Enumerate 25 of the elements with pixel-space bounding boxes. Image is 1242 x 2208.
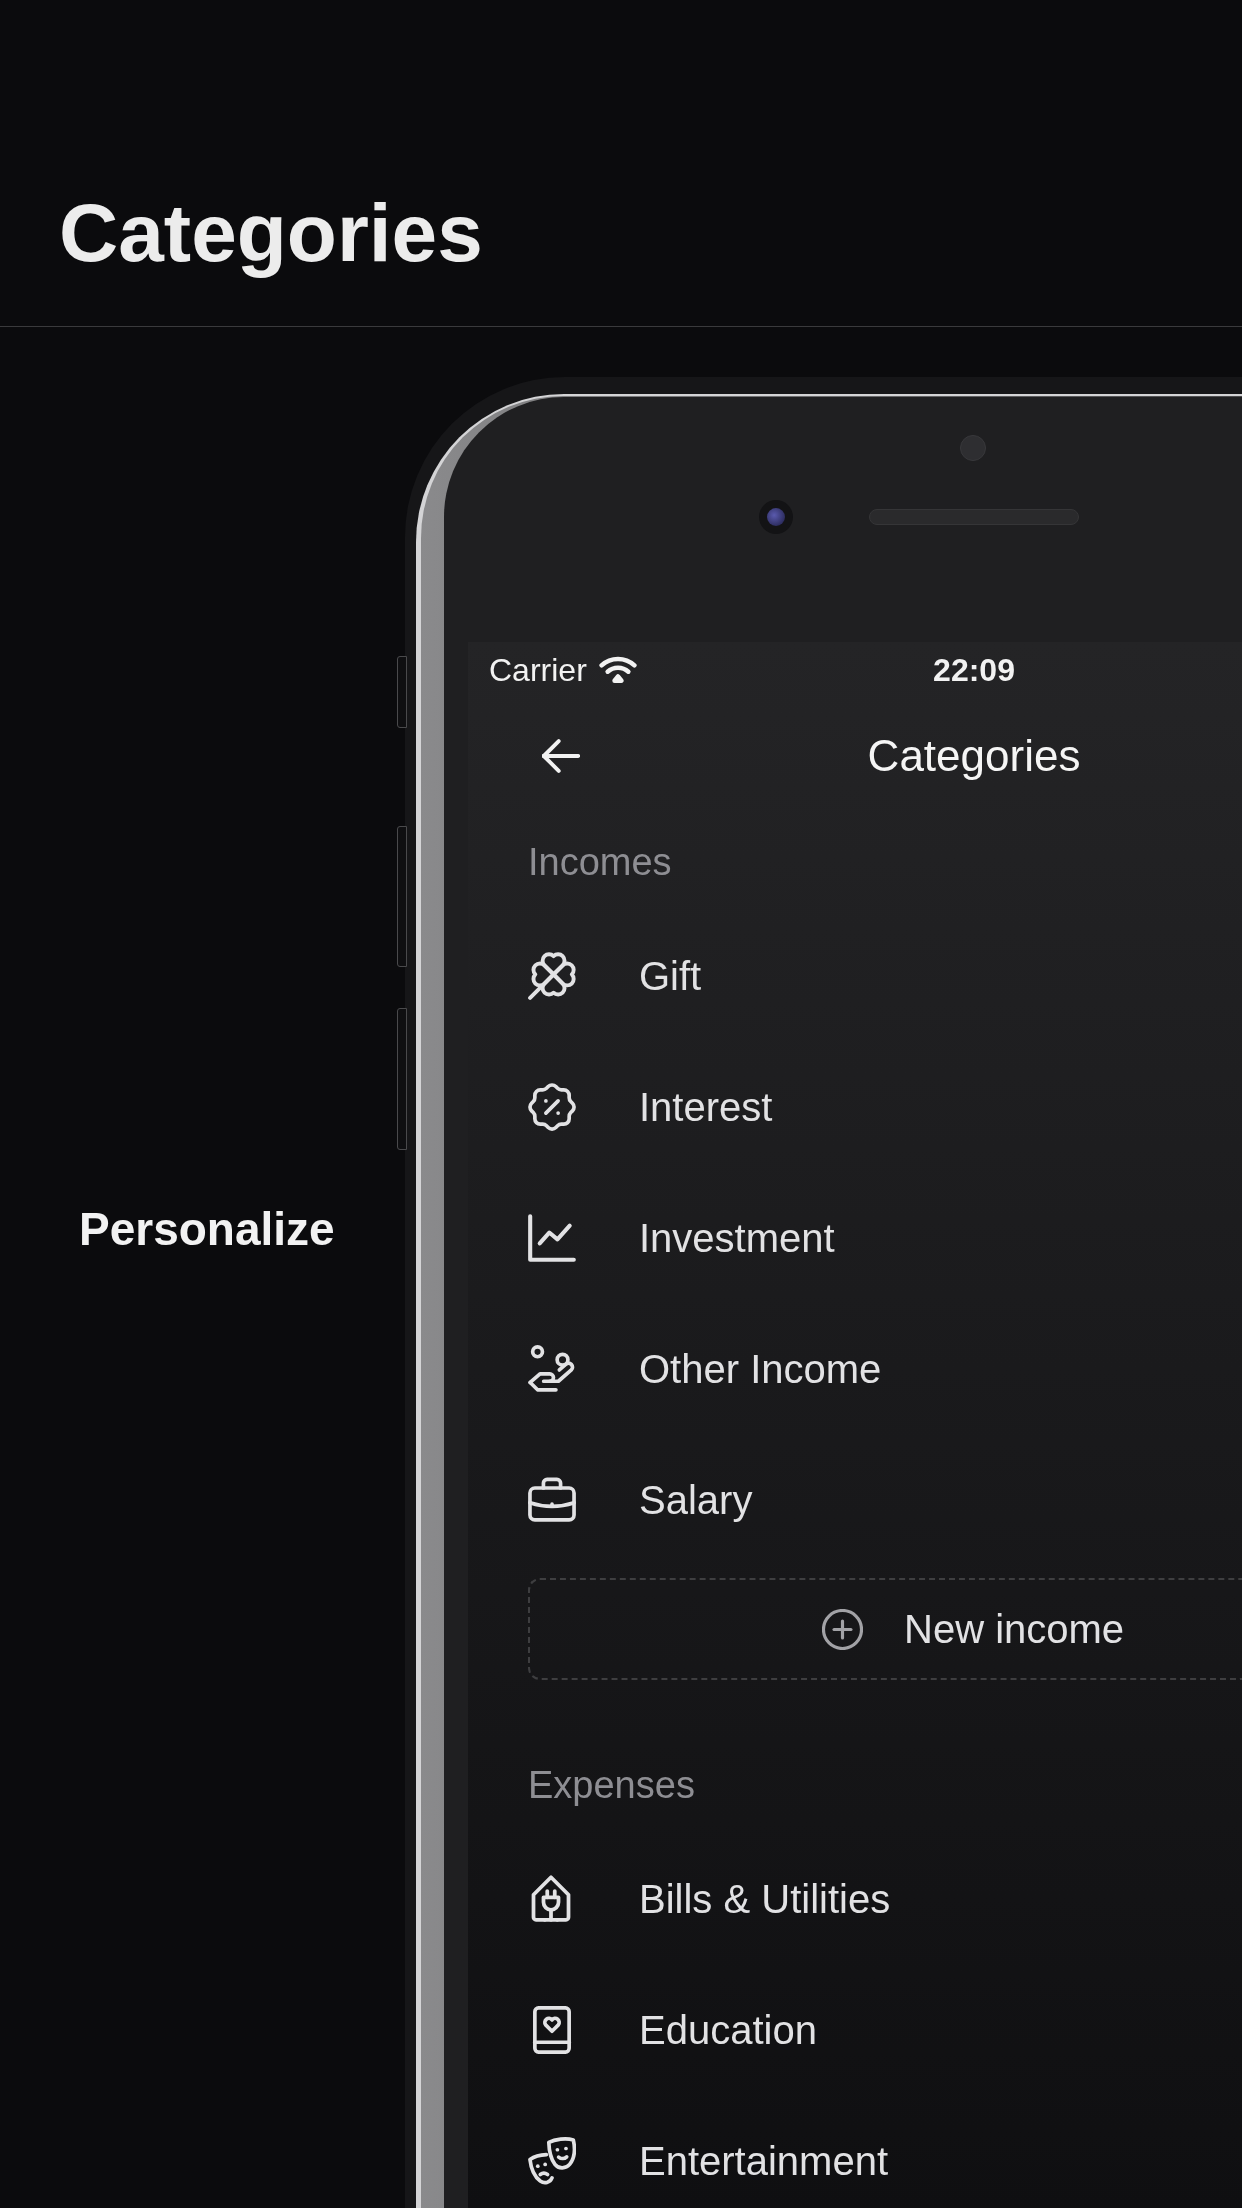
rosette-percent-icon: [528, 1082, 576, 1131]
briefcase-icon: [528, 1475, 576, 1524]
carrier-label: Carrier: [489, 654, 587, 686]
category-item[interactable]: Gift: [528, 951, 702, 1000]
category-item[interactable]: Salary: [528, 1475, 753, 1524]
section-label: Incomes: [528, 843, 672, 881]
category-item[interactable]: Interest: [528, 1082, 773, 1131]
line-chart-icon: [528, 1213, 576, 1262]
hand-coins-icon: [528, 1344, 576, 1393]
category-item[interactable]: Education: [528, 2005, 817, 2054]
back-button[interactable]: [542, 739, 580, 773]
side-caption: Personalize: [79, 1206, 335, 1252]
screen-title: Categories: [867, 734, 1081, 778]
status-time: 22:09: [933, 654, 1015, 686]
camera-lens-icon: [759, 500, 793, 534]
category-item[interactable]: Other Income: [528, 1344, 882, 1393]
clover-icon: [528, 951, 576, 1000]
theater-masks-icon: [528, 2136, 576, 2185]
back-arrow-icon: [542, 739, 580, 773]
add-category-button[interactable]: New income: [528, 1578, 1242, 1680]
category-item[interactable]: Bills & Utilities: [528, 1874, 891, 1923]
category-item[interactable]: Investment: [528, 1213, 835, 1262]
section-label: Expenses: [528, 1766, 695, 1804]
category-item[interactable]: Entertainment: [528, 2136, 889, 2185]
wifi-icon: [598, 656, 637, 684]
